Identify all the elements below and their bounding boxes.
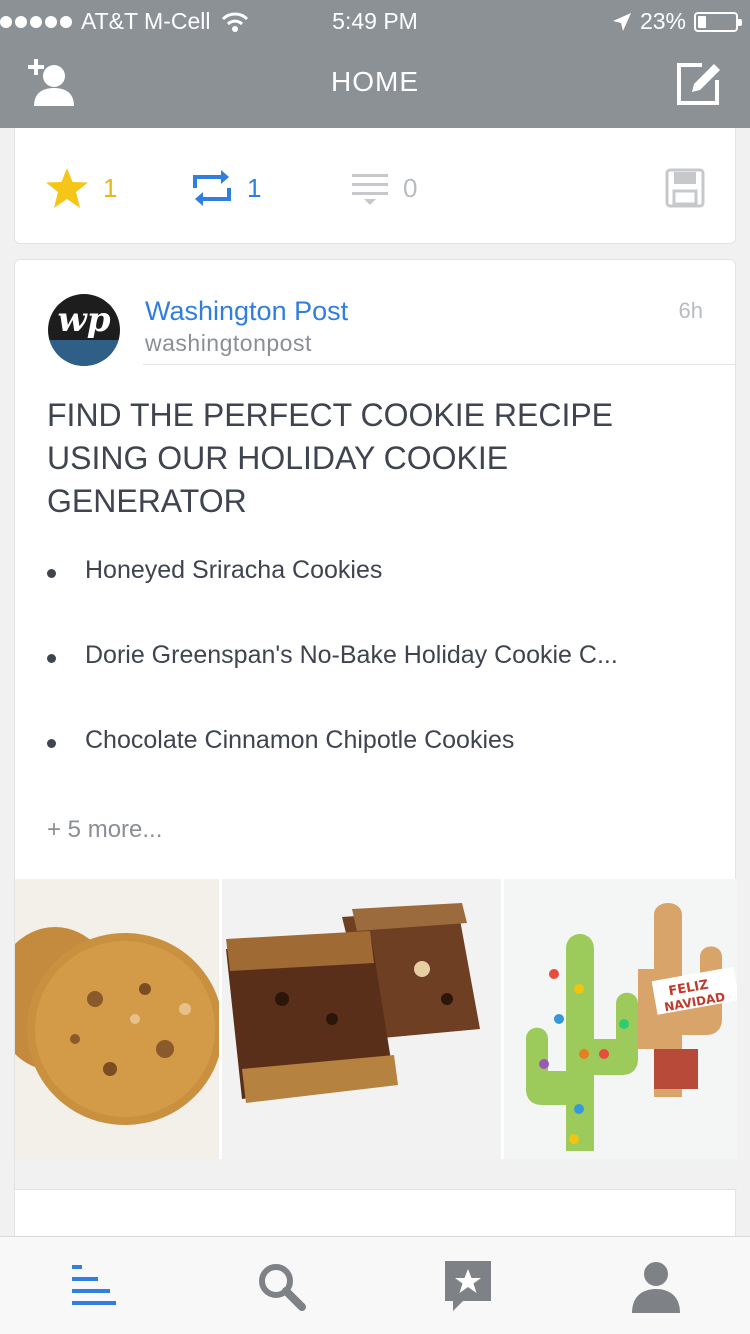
post-timestamp: 6h (678, 298, 703, 323)
repost-button[interactable]: 1 (191, 168, 261, 208)
previous-post-card: 1 1 0 (14, 128, 736, 244)
location-arrow-icon (612, 12, 631, 31)
source-avatar[interactable]: wp (48, 294, 120, 366)
post-card[interactable]: wp Washington Post washingtonpost 6h FIN… (14, 259, 737, 1334)
cactus-cookie-photo[interactable]: FELIZ NAVIDAD (504, 879, 737, 1159)
top-bar: AT&T M-Cell 5:49 PM 23% HOME (0, 0, 750, 128)
source-handle: washingtonpost (145, 330, 312, 356)
list-item[interactable]: Honeyed Sriracha Cookies (47, 556, 707, 641)
star-icon (46, 168, 88, 208)
favorites-icon (445, 1261, 491, 1311)
feed-icon (72, 1265, 116, 1305)
save-button[interactable] (665, 168, 705, 208)
image-gallery: FELIZ NAVIDAD (15, 879, 737, 1159)
favorite-count: 1 (103, 172, 118, 203)
favorite-button[interactable]: 1 (45, 168, 117, 208)
header-divider (143, 364, 735, 365)
repost-icon (193, 170, 231, 206)
next-card-edge (15, 1189, 737, 1190)
more-link[interactable]: + 5 more... (47, 816, 162, 844)
compose-button[interactable] (672, 58, 724, 110)
cookie-photo[interactable] (15, 879, 219, 1159)
tab-feed[interactable] (66, 1259, 122, 1315)
post-headline[interactable]: FIND THE PERFECT COOKIE RECIPE USING OUR… (47, 394, 687, 523)
post-actions: 1 1 0 (15, 128, 735, 244)
fudge-bar-photo[interactable] (222, 879, 501, 1159)
repost-count: 1 (247, 172, 262, 203)
battery-icon (694, 11, 742, 32)
tab-search[interactable] (254, 1259, 310, 1315)
tab-profile[interactable] (628, 1259, 684, 1315)
status-bar: AT&T M-Cell 5:49 PM 23% (0, 0, 750, 40)
save-icon (665, 168, 705, 208)
search-icon (259, 1264, 306, 1311)
profile-icon (632, 1262, 680, 1313)
battery-fill (698, 15, 706, 28)
comment-icon (352, 174, 388, 205)
source-name[interactable]: Washington Post (145, 296, 348, 327)
avatar-logo-band (48, 340, 120, 366)
comment-count: 0 (403, 172, 418, 203)
avatar-logo: wp (57, 300, 111, 340)
list-item[interactable]: Chocolate Cinnamon Chipotle Cookies (47, 726, 707, 811)
card-gap (15, 1159, 737, 1189)
tab-favorites[interactable] (441, 1259, 497, 1315)
page-title: HOME (331, 66, 419, 97)
tab-bar (0, 1236, 750, 1334)
recipe-list: Honeyed Sriracha Cookies Dorie Greenspan… (47, 556, 707, 811)
list-item[interactable]: Dorie Greenspan's No-Bake Holiday Cookie… (47, 641, 707, 726)
comment-button[interactable]: 0 (351, 168, 417, 208)
compose-icon (677, 63, 720, 105)
battery-percent: 23% (639, 8, 686, 34)
